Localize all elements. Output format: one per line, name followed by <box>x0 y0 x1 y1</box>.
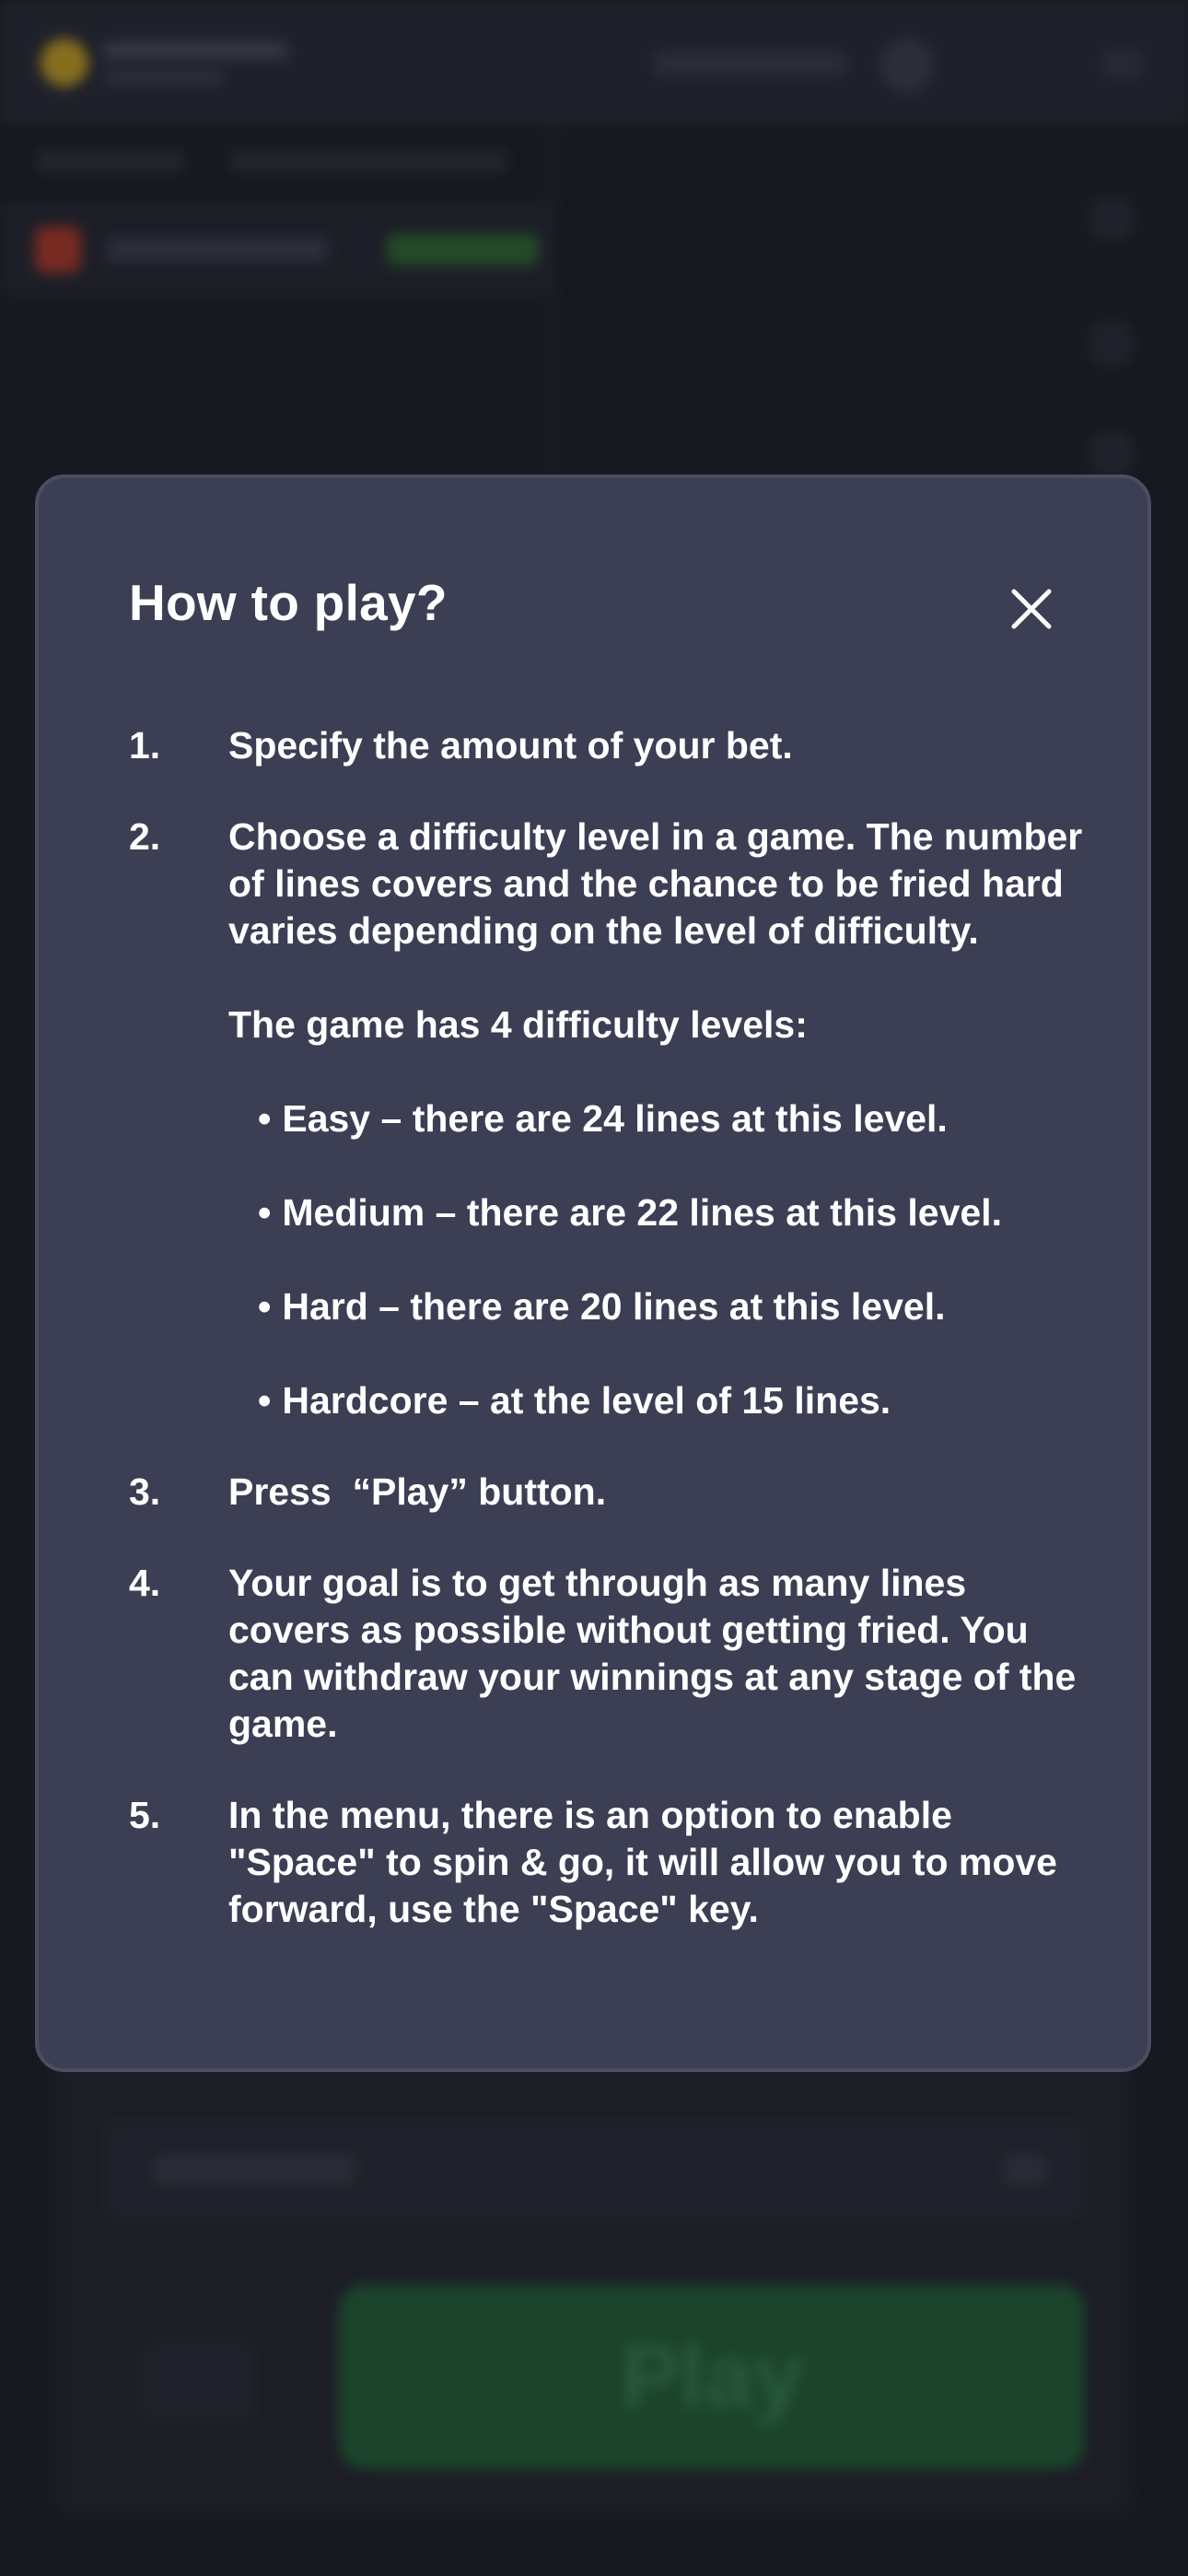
step-text: Specify the amount of your bet. <box>228 724 793 767</box>
close-button[interactable] <box>1007 584 1056 634</box>
step-text: Your goal is to get through as many line… <box>228 1562 1077 1745</box>
level-text: Hard – there are 20 lines at this level. <box>282 1285 946 1328</box>
step-text: Choose a difficulty level in a game. The… <box>228 815 1083 952</box>
bullet-icon: • <box>258 1097 272 1140</box>
level-text: Hardcore – at the level of 15 lines. <box>282 1379 891 1422</box>
close-icon <box>1011 589 1052 629</box>
bullet-icon: • <box>258 1191 272 1234</box>
difficulty-levels-list: • Easy – there are 24 lines at this level… <box>228 1095 1096 1424</box>
bullet-icon: • <box>258 1379 272 1422</box>
step-number: 5. <box>129 1794 161 1836</box>
step-number: 2. <box>129 815 161 858</box>
step-body: In the menu, there is an option to enabl… <box>228 1792 1096 1933</box>
step-number: 1. <box>129 724 161 767</box>
instruction-step: 1. Specify the amount of your bet. <box>129 722 1096 769</box>
instruction-step: 3. Press “Play” button. <box>129 1469 1096 1516</box>
instruction-step: 2. Choose a difficulty level in a game. … <box>129 814 1096 1424</box>
how-to-play-modal: How to play? 1. Specify the amount of yo… <box>35 474 1151 2072</box>
step-number: 4. <box>129 1562 161 1604</box>
difficulty-level-hard: • Hard – there are 20 lines at this level… <box>228 1283 1096 1330</box>
instruction-step: 4. Your goal is to get through as many l… <box>129 1560 1096 1748</box>
instructions-list: 1. Specify the amount of your bet. 2. Ch… <box>129 722 1096 1977</box>
step-body: Specify the amount of your bet. <box>228 722 1096 769</box>
modal-title: How to play? <box>129 574 448 631</box>
step-text: In the menu, there is an option to enabl… <box>228 1794 1057 1930</box>
step-body: Your goal is to get through as many line… <box>228 1560 1096 1748</box>
level-text: Medium – there are 22 lines at this leve… <box>282 1191 1002 1234</box>
instruction-step: 5. In the menu, there is an option to en… <box>129 1792 1096 1933</box>
levels-intro: The game has 4 difficulty levels: <box>228 1003 808 1046</box>
step-text: Press “Play” button. <box>228 1470 607 1513</box>
level-text: Easy – there are 24 lines at this level. <box>282 1097 948 1140</box>
bullet-icon: • <box>258 1285 272 1328</box>
difficulty-level-easy: • Easy – there are 24 lines at this level… <box>228 1095 1096 1142</box>
step-number: 3. <box>129 1470 161 1513</box>
step-body: Choose a difficulty level in a game. The… <box>228 814 1096 1424</box>
difficulty-level-hardcore: • Hardcore – at the level of 15 lines. <box>228 1377 1096 1424</box>
difficulty-level-medium: • Medium – there are 22 lines at this lev… <box>228 1189 1096 1236</box>
step-body: Press “Play” button. <box>228 1469 1096 1516</box>
